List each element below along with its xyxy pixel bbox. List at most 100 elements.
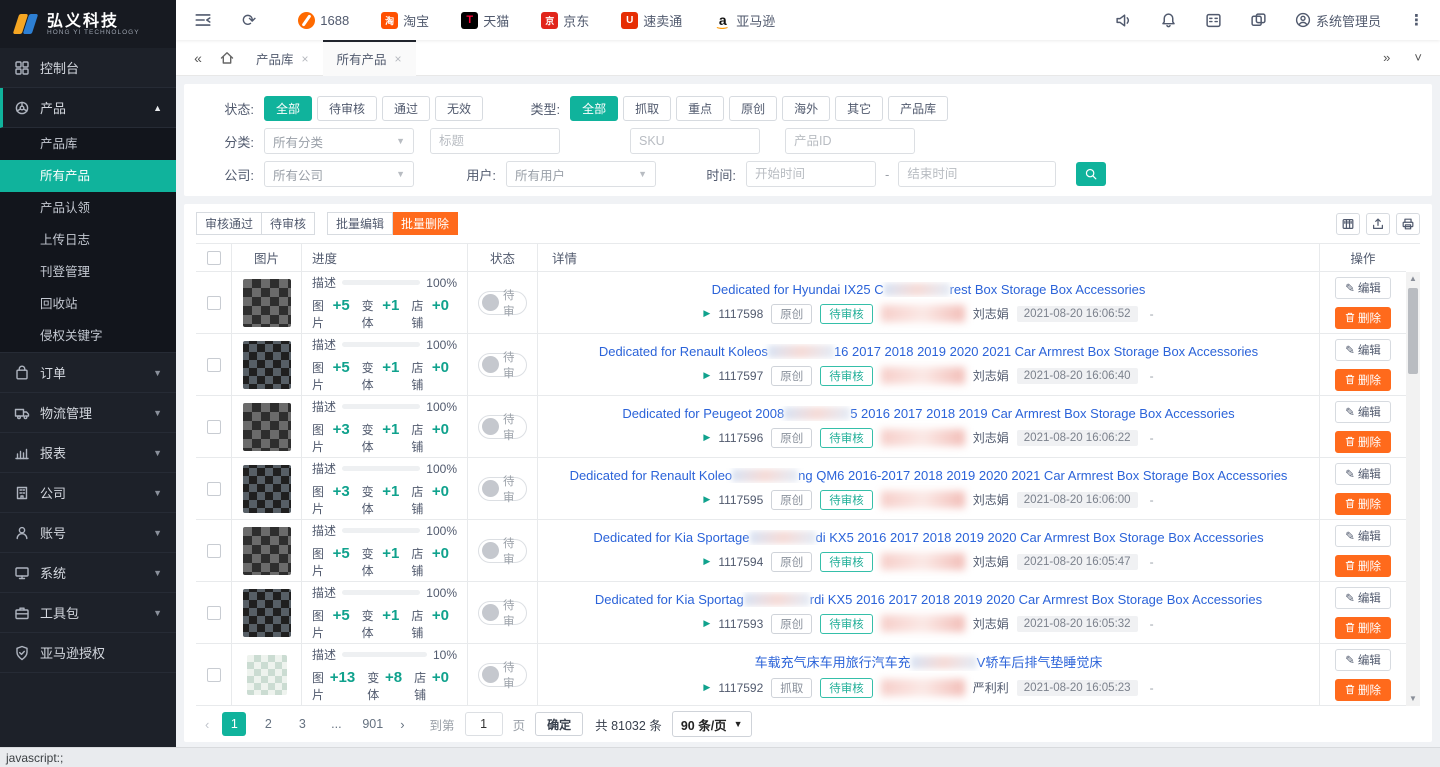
review-status-toggle[interactable]: 待审 <box>478 291 527 315</box>
filter-type-other[interactable]: 其它 <box>835 96 883 121</box>
sidebar-item-orders[interactable]: 订单 ▼ <box>0 353 176 393</box>
page-button-last[interactable]: 901 <box>358 712 387 736</box>
edit-button[interactable]: ✎编辑 <box>1335 587 1391 609</box>
sidebar-item-amazon-auth[interactable]: 亚马逊授权 <box>0 633 176 673</box>
scroll-up-arrow[interactable]: ▲ <box>1409 272 1417 286</box>
page-button-3[interactable]: 3 <box>290 712 314 736</box>
select-all-checkbox[interactable] <box>207 251 221 265</box>
review-status-toggle[interactable]: 待审 <box>478 353 527 377</box>
review-status-toggle[interactable]: 待审 <box>478 477 527 501</box>
sidebar-subitem-infringement-keywords[interactable]: 侵权关键字 <box>0 320 176 352</box>
delete-button[interactable]: 删除 <box>1335 555 1391 577</box>
notifications-bell-button[interactable] <box>1160 12 1177 29</box>
delete-button[interactable]: 删除 <box>1335 617 1391 639</box>
play-icon[interactable]: ▶ <box>703 618 710 629</box>
delete-button[interactable]: 删除 <box>1335 679 1391 701</box>
marketplace-link-tmall[interactable]: T 天猫 <box>461 11 509 30</box>
product-title-link[interactable]: Dedicated for Kia Sportagrdi KX5 2016 20… <box>595 592 1262 607</box>
filter-type-overseas[interactable]: 海外 <box>782 96 830 121</box>
bulk-edit-button[interactable]: 批量编辑 <box>327 212 393 235</box>
filter-type-product-library[interactable]: 产品库 <box>888 96 948 121</box>
marketplace-link-taobao[interactable]: 淘 淘宝 <box>381 11 429 30</box>
edit-button[interactable]: ✎编辑 <box>1335 277 1391 299</box>
sidebar-item-logistics[interactable]: 物流管理 ▼ <box>0 393 176 433</box>
row-checkbox[interactable] <box>207 606 221 620</box>
product-title-link[interactable]: Dedicated for Peugeot 20085 2016 2017 20… <box>622 406 1234 421</box>
filter-type-key[interactable]: 重点 <box>676 96 724 121</box>
product-image[interactable] <box>243 403 291 451</box>
play-icon[interactable]: ▶ <box>703 308 710 319</box>
apps-grid-button[interactable] <box>1205 12 1222 29</box>
product-title-link[interactable]: Dedicated for Hyundai IX25 Crest Box Sto… <box>712 282 1146 297</box>
product-image[interactable] <box>247 655 287 695</box>
delete-button[interactable]: 删除 <box>1335 307 1391 329</box>
filter-status-all[interactable]: 全部 <box>264 96 312 121</box>
close-icon[interactable]: × <box>302 52 309 66</box>
marketplace-link-aliexpress[interactable]: U 速卖通 <box>621 11 682 30</box>
search-button[interactable] <box>1076 162 1106 186</box>
tab-all-products[interactable]: 所有产品 × <box>323 40 416 76</box>
home-tab-button[interactable] <box>212 40 242 75</box>
table-scrollbar[interactable]: ▲ ▼ <box>1406 272 1420 706</box>
switch-system-button[interactable] <box>1250 12 1267 29</box>
play-icon[interactable]: ▶ <box>703 556 710 567</box>
play-icon[interactable]: ▶ <box>703 370 710 381</box>
edit-button[interactable]: ✎编辑 <box>1335 463 1391 485</box>
next-page-button[interactable]: › <box>397 717 407 732</box>
product-title-link[interactable]: Dedicated for Renault Koleong QM6 2016-2… <box>570 468 1288 483</box>
filter-type-all[interactable]: 全部 <box>570 96 618 121</box>
review-status-toggle[interactable]: 待审 <box>478 663 527 687</box>
tabs-menu-button[interactable]: ˅ <box>1414 50 1422 65</box>
column-settings-button[interactable] <box>1336 213 1360 235</box>
product-image[interactable] <box>243 279 291 327</box>
row-checkbox[interactable] <box>207 358 221 372</box>
sku-input[interactable] <box>630 128 760 154</box>
edit-button[interactable]: ✎编辑 <box>1335 525 1391 547</box>
goto-page-input[interactable] <box>465 712 503 736</box>
refresh-button[interactable]: ⟳ <box>242 12 256 29</box>
user-select[interactable]: 所有用户 ▼ <box>506 161 656 187</box>
delete-button[interactable]: 删除 <box>1335 369 1391 391</box>
edit-button[interactable]: ✎编辑 <box>1335 401 1391 423</box>
confirm-page-button[interactable]: 确定 <box>535 712 583 736</box>
pending-review-button[interactable]: 待审核 <box>262 212 315 235</box>
end-time-input[interactable] <box>898 161 1056 187</box>
bulk-delete-button[interactable]: 批量删除 <box>393 212 458 235</box>
review-status-toggle[interactable]: 待审 <box>478 601 527 625</box>
print-button[interactable] <box>1396 213 1420 235</box>
sidebar-item-company[interactable]: 公司 ▼ <box>0 473 176 513</box>
sidebar-subitem-upload-logs[interactable]: 上传日志 <box>0 224 176 256</box>
product-image[interactable] <box>243 341 291 389</box>
announcement-speaker-button[interactable] <box>1115 12 1132 29</box>
marketplace-link-amazon[interactable]: a 亚马逊 <box>714 11 775 30</box>
filter-type-original[interactable]: 原创 <box>729 96 777 121</box>
review-status-toggle[interactable]: 待审 <box>478 539 527 563</box>
sidebar-item-toolkit[interactable]: 工具包 ▼ <box>0 593 176 633</box>
page-button-1[interactable]: 1 <box>222 712 246 736</box>
marketplace-link-1688[interactable]: 1688 <box>298 12 349 29</box>
collapse-sidebar-button[interactable] <box>194 11 212 29</box>
filter-status-pending[interactable]: 待审核 <box>317 96 377 121</box>
sidebar-subitem-all-products[interactable]: 所有产品 <box>0 160 176 192</box>
sidebar-item-products[interactable]: 产品 ▲ <box>0 88 176 128</box>
product-title-link[interactable]: Dedicated for Renault Koleos16 2017 2018… <box>599 344 1258 359</box>
delete-button[interactable]: 删除 <box>1335 431 1391 453</box>
filter-status-invalid[interactable]: 无效 <box>435 96 483 121</box>
row-checkbox[interactable] <box>207 420 221 434</box>
filter-type-scraped[interactable]: 抓取 <box>623 96 671 121</box>
sidebar-subitem-product-library[interactable]: 产品库 <box>0 128 176 160</box>
admin-user-menu[interactable]: 系统管理员 <box>1295 11 1381 30</box>
page-size-select[interactable]: 90 条/页 ▼ <box>672 711 752 737</box>
company-select[interactable]: 所有公司 ▼ <box>264 161 414 187</box>
sidebar-item-system[interactable]: 系统 ▼ <box>0 553 176 593</box>
play-icon[interactable]: ▶ <box>703 682 710 693</box>
scrollbar-thumb[interactable] <box>1408 288 1418 374</box>
row-checkbox[interactable] <box>207 668 221 682</box>
edit-button[interactable]: ✎编辑 <box>1335 339 1391 361</box>
tabs-scroll-left-button[interactable]: « <box>184 50 212 66</box>
sidebar-subitem-recycle-bin[interactable]: 回收站 <box>0 288 176 320</box>
row-checkbox[interactable] <box>207 482 221 496</box>
start-time-input[interactable] <box>746 161 876 187</box>
product-image[interactable] <box>243 527 291 575</box>
sidebar-item-reports[interactable]: 报表 ▼ <box>0 433 176 473</box>
